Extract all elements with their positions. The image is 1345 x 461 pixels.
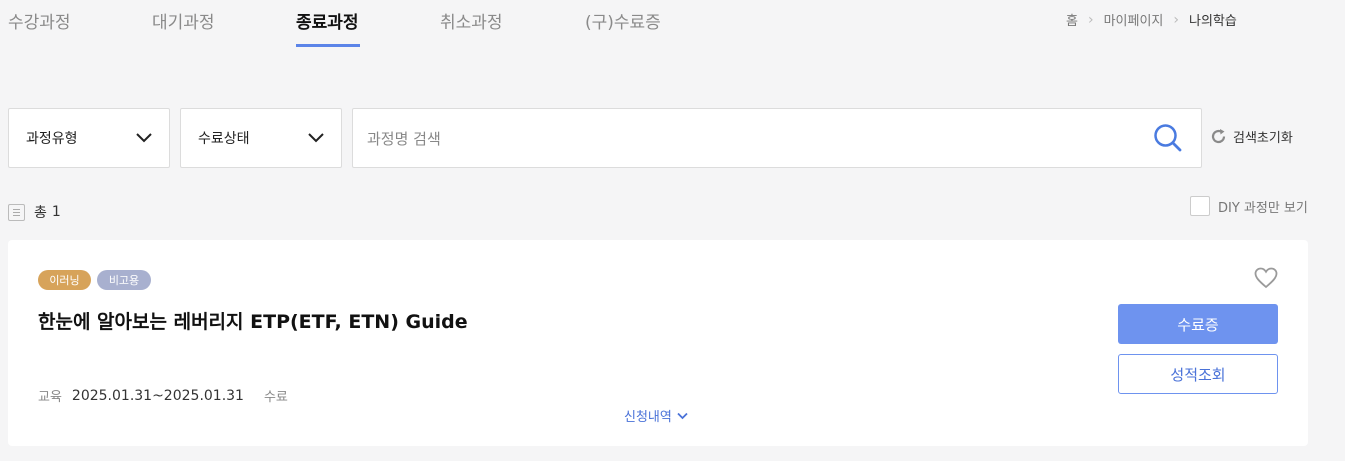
chevron-down-icon <box>136 133 152 143</box>
refresh-icon <box>1211 129 1226 144</box>
chevron-down-icon <box>308 133 324 143</box>
badge-non-employment: 비고용 <box>97 270 151 290</box>
list-icon <box>8 203 25 221</box>
grade-inquiry-button[interactable]: 성적조회 <box>1118 354 1278 394</box>
completion-status-select[interactable]: 수료상태 <box>180 108 342 168</box>
course-meta: 교육 2025.01.31~2025.01.31 수료 <box>38 386 288 406</box>
chevron-right-icon: › <box>1173 11 1179 28</box>
course-search-input[interactable] <box>367 127 1127 151</box>
search-icon[interactable] <box>1153 123 1183 153</box>
breadcrumb-my-learning: 나의학습 <box>1189 14 1237 29</box>
course-period: 2025.01.31~2025.01.31 <box>71 387 244 404</box>
diy-only-toggle[interactable]: DIY 과정만 보기 <box>1190 196 1308 216</box>
heart-icon[interactable] <box>1254 267 1278 289</box>
total-count: 총 1 <box>8 202 61 222</box>
course-card: 이러닝 비고용 한눈에 알아보는 레버리지 ETP(ETF, ETN) Guid… <box>8 240 1308 446</box>
certificate-button[interactable]: 수료증 <box>1118 304 1278 344</box>
tab-old-certificate[interactable]: (구)수료증 <box>585 8 661 33</box>
badge-elearning: 이러닝 <box>38 270 91 290</box>
course-type-select[interactable]: 과정유형 <box>8 108 170 168</box>
application-history-label: 신청내역 <box>624 410 672 425</box>
chevron-down-icon <box>677 412 688 419</box>
course-status: 수료 <box>263 390 288 405</box>
total-count-value: 1 <box>51 204 61 220</box>
diy-only-label: DIY 과정만 보기 <box>1218 200 1308 216</box>
tab-completed[interactable]: 종료과정 <box>296 8 359 33</box>
course-search-box <box>352 108 1202 168</box>
course-title[interactable]: 한눈에 알아보는 레버리지 ETP(ETF, ETN) Guide <box>38 307 468 334</box>
chevron-right-icon: › <box>1087 11 1094 28</box>
completion-status-select-label: 수료상태 <box>198 131 250 147</box>
breadcrumb: 홈 › 마이페이지 › 나의학습 <box>1066 10 1237 30</box>
active-tab-indicator <box>296 44 360 47</box>
period-label: 교육 <box>38 390 62 405</box>
tab-in-progress[interactable]: 수강과정 <box>8 8 71 33</box>
reset-search-label: 검색초기화 <box>1233 131 1293 146</box>
breadcrumb-mypage[interactable]: 마이페이지 <box>1104 10 1164 29</box>
total-label: 총 <box>34 205 47 221</box>
tab-cancelled[interactable]: 취소과정 <box>440 8 503 33</box>
reset-search-button[interactable]: 검색초기화 <box>1210 127 1293 146</box>
breadcrumb-home[interactable]: 홈 <box>1066 10 1078 29</box>
tab-waiting[interactable]: 대기과정 <box>152 8 215 33</box>
diy-only-checkbox[interactable] <box>1190 196 1210 216</box>
application-history-toggle[interactable]: 신청내역 <box>624 406 688 425</box>
course-type-select-label: 과정유형 <box>26 131 78 147</box>
